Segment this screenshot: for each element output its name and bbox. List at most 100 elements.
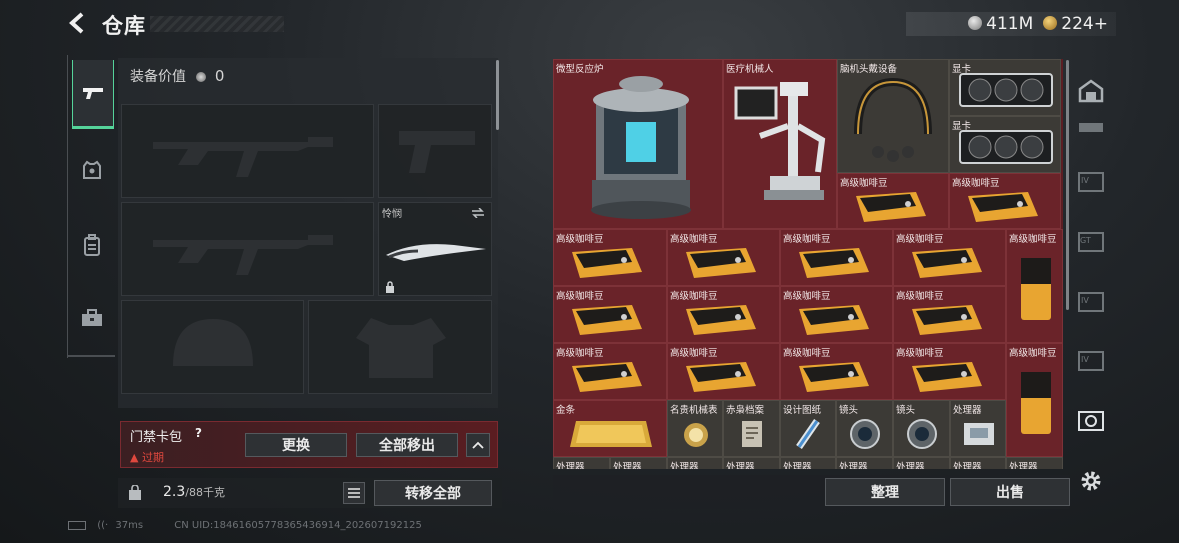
chevron-left-icon	[69, 12, 84, 34]
back-button[interactable]	[66, 10, 90, 36]
inventory-scrollbar[interactable]	[1066, 60, 1069, 310]
item-lens[interactable]: 镜头	[893, 400, 950, 457]
knife-label: 怜悯	[382, 209, 402, 220]
pistol-slot[interactable]	[378, 104, 492, 198]
item-processor[interactable]: 处理器	[1006, 457, 1063, 469]
coffee-bag-icon	[793, 299, 873, 342]
sell-button[interactable]: 出售	[950, 478, 1070, 506]
vest-icon	[83, 160, 101, 179]
item-processor-label: 处理器	[953, 405, 982, 416]
item-processor[interactable]: 处理器	[950, 400, 1006, 457]
item-gpu-2[interactable]: 显卡	[949, 116, 1061, 173]
currency-2-value: 224+	[1061, 14, 1108, 34]
storage-tab-1[interactable]	[1076, 112, 1106, 142]
helmet-slot[interactable]	[121, 300, 304, 394]
item-brain-headset[interactable]: 脑机头戴设备	[837, 59, 949, 173]
equipment-value-amount: 0	[214, 67, 225, 85]
item-processor[interactable]: 处理器	[610, 457, 667, 469]
coffee-bag-icon	[793, 242, 873, 285]
list-view-button[interactable]	[343, 482, 365, 504]
nav-backpack[interactable]	[72, 225, 112, 265]
item-coffee[interactable]: 高级咖啡豆	[837, 173, 949, 229]
swap-icon[interactable]	[471, 208, 485, 218]
sort-button[interactable]: 整理	[825, 478, 945, 506]
item-processor[interactable]: 处理器	[723, 457, 780, 469]
item-coffee[interactable]: 高级咖啡豆	[893, 286, 1006, 343]
storage-icon: IV	[1078, 172, 1104, 192]
nav-case[interactable]	[72, 298, 112, 338]
knife-slot[interactable]: 怜悯	[378, 202, 492, 296]
item-coffee[interactable]: 高级咖啡豆	[667, 229, 780, 286]
equipment-scrollbar[interactable]	[496, 60, 499, 130]
nav-armor[interactable]	[72, 150, 112, 190]
item-coffee[interactable]: 高级咖啡豆	[553, 343, 667, 400]
storage-tab-5[interactable]: IV	[1076, 345, 1106, 375]
collapse-button[interactable]	[466, 433, 490, 457]
nav-weapons[interactable]	[72, 60, 114, 129]
item-coffee[interactable]: 高级咖啡豆	[949, 173, 1061, 229]
item-coffee[interactable]: 高级咖啡豆	[893, 229, 1006, 286]
item-lens[interactable]: 镜头	[836, 400, 893, 457]
chevron-up-icon	[472, 441, 484, 449]
storage-tab-2[interactable]: IV	[1076, 166, 1106, 196]
item-medical-robot[interactable]: 医疗机械人	[723, 59, 837, 229]
item-coffee[interactable]: 高级咖啡豆	[893, 343, 1006, 400]
capacity-bar: 2.3/88千克 转移全部	[118, 478, 502, 508]
item-brain-headset-label: 脑机头戴设备	[840, 64, 898, 75]
armor-slot[interactable]	[308, 300, 492, 394]
item-processor[interactable]: 处理器	[893, 457, 950, 469]
warehouse-icon[interactable]	[1076, 76, 1106, 106]
item-gpu-1[interactable]: 显卡	[949, 59, 1061, 116]
item-coffee[interactable]: 高级咖啡豆	[780, 343, 893, 400]
primary-weapon-slot[interactable]	[121, 104, 374, 198]
lock-icon	[386, 281, 394, 293]
item-processor[interactable]: 处理器	[667, 457, 723, 469]
storage-tab-3[interactable]: GT	[1076, 226, 1106, 256]
headset-icon	[854, 77, 932, 162]
capacity-current: 2.3	[163, 484, 186, 500]
backpack-icon	[84, 234, 100, 256]
replace-button[interactable]: 更换	[245, 433, 347, 457]
gold-coin-icon	[1043, 16, 1058, 30]
item-processor-label: 处理器	[896, 462, 925, 469]
help-icon[interactable]: ?	[195, 426, 202, 440]
transfer-all-button[interactable]: 转移全部	[374, 480, 492, 506]
item-watch[interactable]: 名贵机械表	[667, 400, 723, 457]
coffee-bag-icon	[566, 299, 646, 342]
item-processor[interactable]: 处理器	[553, 457, 610, 469]
coffee-bag-icon	[793, 356, 873, 399]
item-gold-bar[interactable]: 金条	[553, 400, 667, 457]
item-coffee[interactable]: 高级咖啡豆	[667, 343, 780, 400]
secondary-weapon-slot[interactable]	[121, 202, 374, 296]
item-coffee-tall[interactable]: 高级咖啡豆	[1006, 343, 1063, 457]
item-coffee-label: 高级咖啡豆	[1009, 348, 1057, 359]
currency-bar: 411M 224+	[906, 12, 1116, 36]
settings-button[interactable]	[1076, 466, 1106, 496]
storage-tab-6[interactable]	[1076, 406, 1106, 436]
item-coffee[interactable]: 高级咖啡豆	[780, 286, 893, 343]
processor-icon	[964, 423, 994, 445]
nav-divider	[67, 355, 115, 357]
item-coffee[interactable]: 高级咖啡豆	[553, 229, 667, 286]
coffee-bag-icon	[962, 186, 1042, 228]
currency-2[interactable]: 224+	[1043, 14, 1108, 34]
item-reactor[interactable]: 微型反应炉	[553, 59, 723, 229]
item-processor[interactable]: 处理器	[836, 457, 893, 469]
reactor-icon	[591, 76, 691, 219]
item-processor-label: 处理器	[726, 462, 755, 469]
item-processor[interactable]: 处理器	[950, 457, 1006, 469]
remove-all-button[interactable]: 全部移出	[356, 433, 458, 457]
item-coffee[interactable]: 高级咖啡豆	[780, 229, 893, 286]
item-archive[interactable]: 赤枭档案	[723, 400, 780, 457]
rifle-silhouette-icon	[153, 137, 333, 177]
lens-icon	[907, 419, 937, 449]
inventory-actions-bar: 整理 出售	[553, 475, 1070, 509]
svg-text:GT: GT	[1080, 236, 1091, 245]
item-coffee[interactable]: 高级咖啡豆	[553, 286, 667, 343]
item-medical-robot-label: 医疗机械人	[726, 64, 774, 75]
item-blueprint[interactable]: 设计图纸	[780, 400, 836, 457]
item-processor[interactable]: 处理器	[780, 457, 836, 469]
item-coffee-tall[interactable]: 高级咖啡豆	[1006, 229, 1063, 343]
item-coffee[interactable]: 高级咖啡豆	[667, 286, 780, 343]
storage-tab-4[interactable]: IV	[1076, 286, 1106, 316]
